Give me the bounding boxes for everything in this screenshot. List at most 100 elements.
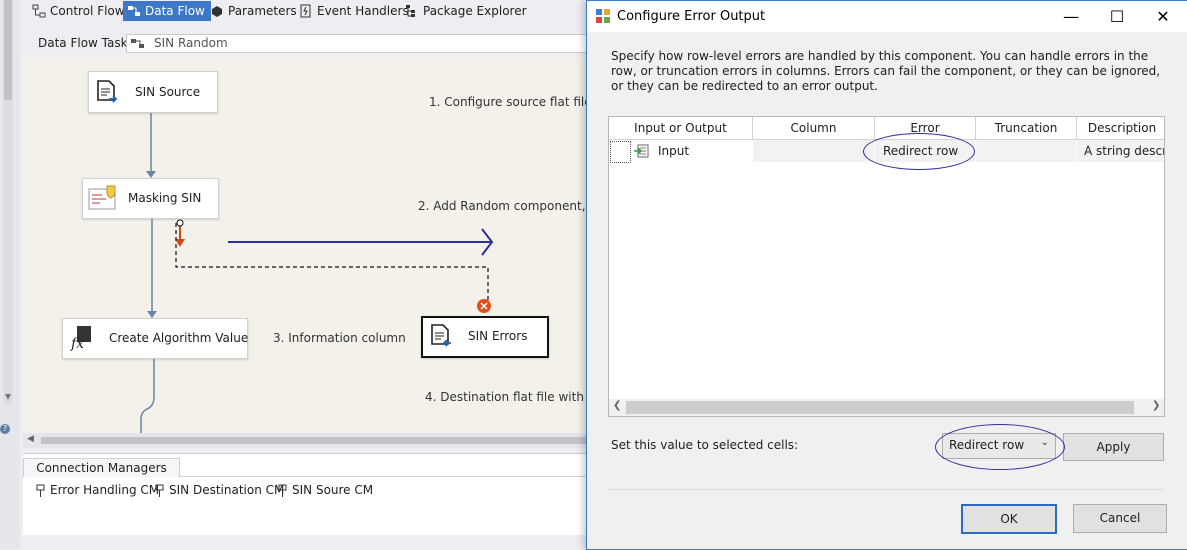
- grid-scroll-right-icon[interactable]: ❯: [1152, 400, 1160, 411]
- connection-manager-label: Error Handling CM: [50, 483, 160, 497]
- dialog-description: Specify how row-level errors are handled…: [611, 49, 1161, 93]
- ssis-dialog-icon: [596, 9, 610, 23]
- minimize-button[interactable]: —: [1048, 1, 1094, 32]
- error-action-select[interactable]: Redirect row ⌄: [942, 433, 1056, 459]
- annotation-note-3[interactable]: 3. Information column: [273, 331, 406, 345]
- connection-managers-pane: Connection Managers Error Handling CM SI…: [23, 453, 600, 536]
- event-handlers-icon: [300, 4, 311, 18]
- grid-scroll-left-icon[interactable]: ❮: [613, 400, 621, 411]
- minimize-icon: —: [1063, 7, 1079, 26]
- package-explorer-icon: [406, 5, 415, 17]
- error-action-select-value: Redirect row: [949, 438, 1025, 452]
- masking-sin-node[interactable]: Masking SIN: [82, 178, 219, 219]
- tab-event-handlers-label: Event Handlers: [317, 4, 409, 18]
- arrowhead-icon: [147, 311, 157, 318]
- configure-error-output-dialog: Configure Error Output — ☐ ✕ Specify how…: [586, 0, 1187, 550]
- data-flow-task-select[interactable]: SIN Random: [126, 34, 598, 53]
- dialog-title: Configure Error Output: [617, 9, 766, 24]
- data-flow-task-icon: [131, 39, 144, 48]
- data-flow-canvas[interactable]: SIN Source Masking SIN fx Create Algorit…: [23, 57, 600, 433]
- tab-data-flow-label: Data Flow: [145, 4, 205, 18]
- flow-connectors: [140, 112, 494, 433]
- input-label: Input: [658, 144, 690, 158]
- sin-source-node[interactable]: SIN Source: [88, 71, 218, 113]
- cell-column[interactable]: [753, 140, 874, 162]
- data-flow-icon: [128, 6, 140, 16]
- connection-managers-tab[interactable]: Connection Managers: [23, 458, 180, 477]
- grid-horizontal-scrollbar[interactable]: ❮ ❯: [609, 399, 1164, 416]
- maximize-button[interactable]: ☐: [1094, 1, 1140, 32]
- arrowhead-icon: [146, 171, 156, 178]
- error-dashed-path[interactable]: [175, 223, 489, 302]
- column-header-column[interactable]: Column: [753, 117, 875, 140]
- column-header-error[interactable]: Error: [875, 117, 976, 140]
- error-output-grid[interactable]: Input or Output Column Error Truncation …: [608, 116, 1165, 417]
- sin-source-label: SIN Source: [135, 85, 201, 99]
- connection-manager-label: SIN Soure CM: [292, 483, 374, 497]
- tab-package-explorer-label: Package Explorer: [423, 4, 527, 18]
- control-flow-icon: [32, 4, 46, 18]
- sin-errors-node[interactable]: SIN Errors: [421, 316, 549, 358]
- sin-errors-label: SIN Errors: [468, 329, 528, 343]
- canvas-horizontal-scrollbar-thumb[interactable]: [41, 437, 601, 444]
- connection-manager-item[interactable]: SIN Soure CM: [278, 483, 373, 497]
- create-algorithm-value-label: Create Algorithm Value: [109, 331, 249, 345]
- derived-column-icon: fx: [70, 326, 91, 351]
- tab-control-flow-label: Control Flow: [50, 4, 125, 18]
- cell-input-or-output[interactable]: Input: [631, 140, 752, 162]
- status-strip: [23, 535, 600, 549]
- error-connector-dot: [176, 219, 184, 227]
- parameters-icon: [212, 6, 222, 17]
- connection-manager-item[interactable]: Error Handling CM: [36, 483, 159, 497]
- dialog-title-bar[interactable]: Configure Error Output — ☐ ✕: [587, 1, 1187, 32]
- connection-plug-icon: [155, 484, 164, 497]
- tab-control-flow[interactable]: Control Flow: [28, 1, 131, 21]
- annotation-note-2[interactable]: 2. Add Random component, ad: [418, 199, 600, 213]
- maximize-icon: ☐: [1109, 7, 1125, 26]
- column-header-input-or-output[interactable]: Input or Output: [609, 117, 753, 140]
- canvas-horizontal-scrollbar[interactable]: ◀: [23, 433, 601, 448]
- chevron-down-icon: ⌄: [1040, 437, 1049, 448]
- path-create-to-next[interactable]: [140, 359, 155, 433]
- scroll-left-arrow-icon[interactable]: ◀: [27, 434, 34, 444]
- input-icon: [634, 144, 649, 158]
- column-header-truncation[interactable]: Truncation: [976, 117, 1077, 140]
- connection-plug-icon: [36, 484, 45, 497]
- vertical-scrollbar-thumb[interactable]: [4, 0, 12, 100]
- cell-description[interactable]: A string descri...: [1077, 140, 1164, 162]
- tab-parameters[interactable]: Parameters: [206, 1, 303, 21]
- annotation-note-4[interactable]: 4. Destination flat file with Erro: [425, 390, 600, 404]
- data-flow-task-label: Data Flow Task:: [38, 36, 132, 50]
- set-value-label: Set this value to selected cells:: [611, 438, 799, 452]
- tab-event-handlers[interactable]: Event Handlers: [295, 1, 415, 21]
- grid-horizontal-scrollbar-thumb[interactable]: [626, 401, 1134, 414]
- tab-data-flow[interactable]: Data Flow: [123, 1, 211, 21]
- script-component-icon: [88, 185, 116, 210]
- close-button[interactable]: ✕: [1140, 1, 1186, 32]
- cell-error[interactable]: Redirect row: [875, 140, 975, 162]
- cell-truncation[interactable]: [976, 140, 1076, 162]
- connection-managers-divider: [178, 476, 600, 477]
- designer-tab-bar: Control Flow Data Flow Parameters Event …: [20, 0, 600, 24]
- connection-plug-icon: [278, 484, 287, 497]
- cancel-button[interactable]: Cancel: [1073, 504, 1167, 533]
- tab-parameters-label: Parameters: [228, 4, 297, 18]
- apply-button[interactable]: Apply: [1063, 433, 1164, 461]
- connection-manager-label: SIN Destination CM: [169, 483, 285, 497]
- tab-package-explorer[interactable]: Package Explorer: [401, 1, 533, 21]
- help-icon[interactable]: ?: [0, 424, 10, 434]
- data-flow-task-value: SIN Random: [154, 36, 228, 50]
- flat-file-source-icon: [97, 80, 118, 103]
- flat-file-destination-icon: [431, 324, 451, 347]
- connection-manager-item[interactable]: SIN Destination CM: [155, 483, 284, 497]
- create-algorithm-value-node[interactable]: fx Create Algorithm Value: [62, 318, 248, 359]
- column-header-description[interactable]: Description: [1077, 117, 1164, 140]
- svg-text:fx: fx: [70, 336, 84, 351]
- scroll-down-arrow-icon[interactable]: ▼: [3, 392, 13, 401]
- row-selector-cell[interactable]: [610, 141, 631, 163]
- annotation-note-1[interactable]: 1. Configure source flat file wi: [429, 95, 600, 109]
- close-icon: ✕: [1156, 7, 1170, 26]
- ok-button[interactable]: OK: [961, 504, 1057, 534]
- dialog-separator: [608, 489, 1163, 490]
- masking-sin-label: Masking SIN: [128, 191, 202, 205]
